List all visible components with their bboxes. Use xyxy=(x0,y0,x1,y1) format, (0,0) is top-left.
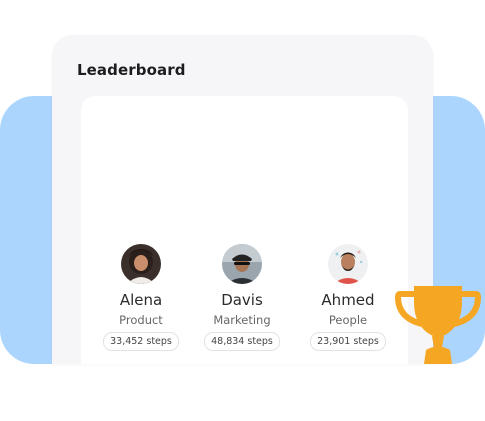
leaderboard-panel: Leaderboard Alena Product 33,452 steps D… xyxy=(52,35,433,364)
entry-steps-badge: 23,901 steps xyxy=(310,332,386,351)
entry-department: People xyxy=(328,313,368,327)
leaderboard-entry[interactable]: Davis Marketing 48,834 steps xyxy=(197,244,287,351)
avatar-woman-icon xyxy=(121,244,161,284)
avatar xyxy=(222,244,262,284)
entry-department: Marketing xyxy=(213,313,271,327)
entry-name: Ahmed xyxy=(321,291,375,309)
entry-name: Alena xyxy=(119,291,163,309)
avatar-man-cyclist-icon xyxy=(222,244,262,284)
leaderboard-entry[interactable]: Ahmed People 23,901 steps xyxy=(303,244,393,351)
trophy-icon xyxy=(392,280,484,370)
entry-department: Product xyxy=(119,313,163,327)
avatar xyxy=(121,244,161,284)
avatar xyxy=(328,244,368,284)
entry-steps-badge: 48,834 steps xyxy=(204,332,280,351)
leaderboard-entry[interactable]: Alena Product 33,452 steps xyxy=(96,244,186,351)
panel-title: Leaderboard xyxy=(77,61,186,79)
leaderboard-card: Alena Product 33,452 steps Davis Marketi… xyxy=(81,96,408,364)
avatar-man-red-shirt-icon xyxy=(328,244,368,284)
entry-name: Davis xyxy=(221,291,263,309)
entry-steps-badge: 33,452 steps xyxy=(103,332,179,351)
